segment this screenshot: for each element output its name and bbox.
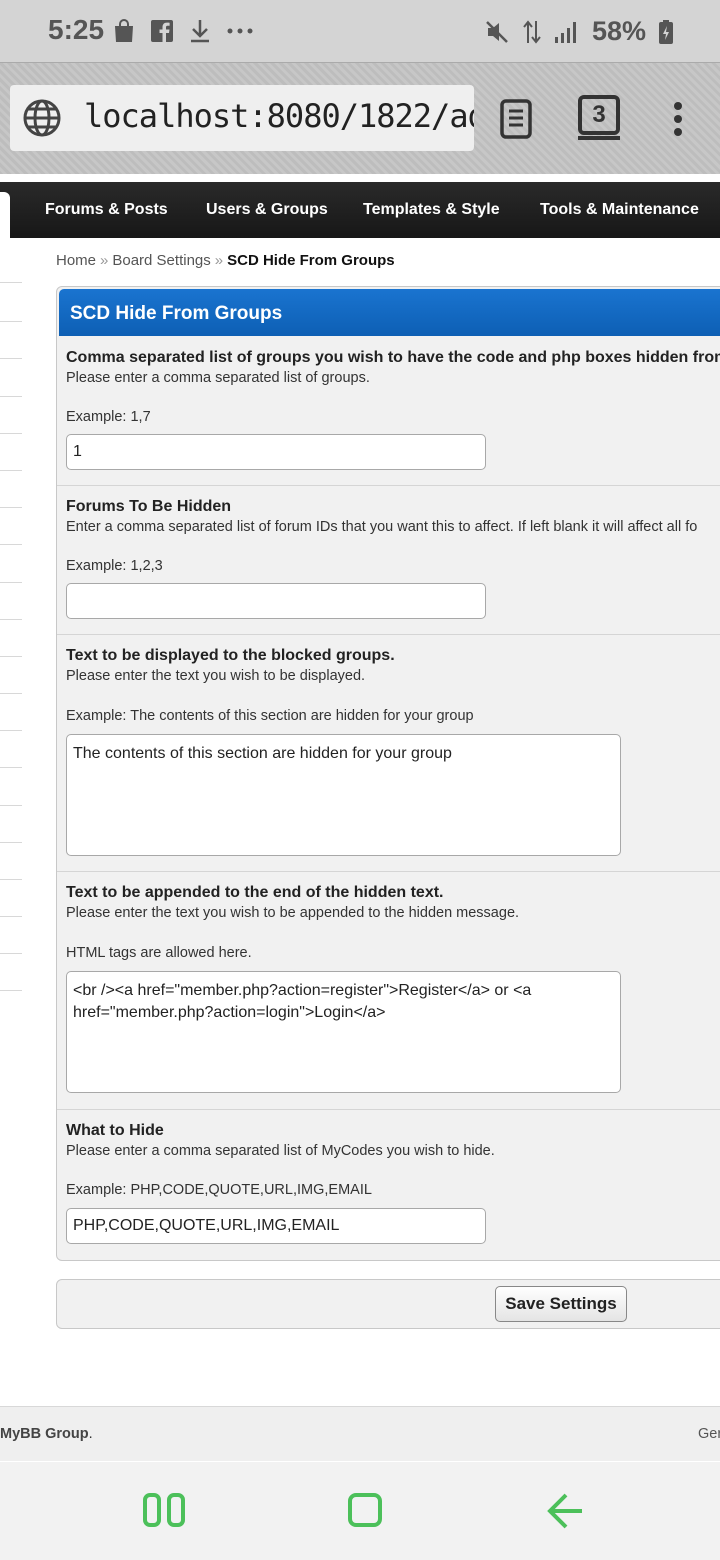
- setting-title: Text to be displayed to the blocked grou…: [66, 647, 395, 664]
- setting-description: Please enter the text you wish to be app…: [66, 905, 520, 921]
- setting-description: Enter a comma separated list of forum ID…: [66, 519, 698, 535]
- nav-forums-posts[interactable]: Forums & Posts: [45, 201, 168, 219]
- sidebar-divider: [0, 619, 22, 620]
- data-arrows-icon: [523, 19, 541, 44]
- tab-switcher-underline: [578, 136, 620, 140]
- breadcrumb-separator: »: [214, 252, 224, 269]
- setting-groups: Comma separated list of groups you wish …: [57, 337, 720, 486]
- setting-description: Please enter a comma separated list of M…: [66, 1143, 495, 1159]
- footer-suffix: .: [88, 1426, 93, 1442]
- browser-divider: [0, 174, 720, 182]
- breadcrumb: Home» Board Settings» SCD Hide From Groups: [56, 252, 395, 269]
- breadcrumb-current: SCD Hide From Groups: [227, 252, 395, 269]
- setting-example: Example: 1,2,3: [66, 558, 163, 574]
- sidebar-divider: [0, 805, 22, 806]
- sidebar-divider: [0, 693, 22, 694]
- setting-example: Example: PHP,CODE,QUOTE,URL,IMG,EMAIL: [66, 1182, 372, 1198]
- setting-description: Please enter a comma separated list of g…: [66, 370, 370, 386]
- footer-mybb-link[interactable]: MyBB Group: [0, 1426, 89, 1442]
- sidebar-divider: [0, 656, 22, 657]
- setting-title: Text to be appended to the end of the hi…: [66, 884, 444, 901]
- breadcrumb-home[interactable]: Home: [56, 252, 96, 269]
- setting-title: Comma separated list of groups you wish …: [66, 349, 720, 366]
- forums-input[interactable]: [66, 583, 486, 619]
- form-header: SCD Hide From Groups: [59, 289, 720, 336]
- sidebar-divider: [0, 282, 22, 283]
- breadcrumb-separator: »: [100, 252, 109, 269]
- setting-example: Example: 1,7: [66, 409, 151, 425]
- status-bar: 5:25 58%: [0, 0, 720, 62]
- battery-charging-icon: [659, 19, 673, 44]
- home-icon[interactable]: [347, 1492, 383, 1528]
- blocked-text-textarea[interactable]: The contents of this section are hidden …: [66, 734, 621, 856]
- recent-apps-icon[interactable]: [143, 1492, 185, 1528]
- more-dots-icon: [227, 28, 253, 34]
- sidebar-divider: [0, 470, 22, 471]
- appended-text-textarea[interactable]: <br /><a href="member.php?action=registe…: [66, 971, 621, 1093]
- browser-toolbar: localhost:8080/1822/admin/ 3: [0, 62, 720, 175]
- shopping-bag-icon: [115, 19, 133, 42]
- globe-icon: [23, 99, 61, 137]
- nav-tab-active[interactable]: [0, 192, 10, 238]
- groups-input[interactable]: 1: [66, 434, 486, 470]
- sidebar-divider: [0, 544, 22, 545]
- browser-menu-icon[interactable]: [670, 101, 686, 137]
- sidebar-divider: [0, 953, 22, 954]
- sidebar-divider: [0, 767, 22, 768]
- footer-copyright: MyBB Group.: [0, 1426, 93, 1442]
- reader-mode-icon[interactable]: [500, 99, 532, 139]
- form-actions: Save Settings: [56, 1279, 720, 1329]
- nav-users-groups[interactable]: Users & Groups: [206, 201, 328, 219]
- setting-example: Example: The contents of this section ar…: [66, 708, 474, 724]
- status-time: 5:25: [48, 14, 105, 45]
- setting-title: What to Hide: [66, 1122, 164, 1139]
- facebook-icon: [151, 20, 173, 42]
- form-title: SCD Hide From Groups: [70, 303, 283, 324]
- sidebar-divider: [0, 990, 22, 991]
- settings-form: SCD Hide From Groups Comma separated lis…: [56, 286, 720, 1261]
- footer-generated: Ger: [698, 1426, 720, 1442]
- save-settings-button[interactable]: Save Settings: [495, 1286, 627, 1322]
- setting-appended-text: Text to be appended to the end of the hi…: [57, 872, 720, 1110]
- download-icon: [191, 20, 209, 43]
- sidebar-divider: [0, 321, 22, 322]
- page-footer: MyBB Group. Ger: [0, 1406, 720, 1461]
- back-icon[interactable]: [546, 1492, 584, 1530]
- setting-example: HTML tags are allowed here.: [66, 945, 252, 961]
- sidebar-divider: [0, 507, 22, 508]
- admin-top-nav: Forums & Posts Users & Groups Templates …: [0, 182, 720, 238]
- battery-percent: 58%: [591, 16, 646, 46]
- mute-icon: [486, 20, 508, 43]
- nav-tools-maintenance[interactable]: Tools & Maintenance: [540, 201, 699, 219]
- sidebar-divider: [0, 879, 22, 880]
- setting-blocked-text: Text to be displayed to the blocked grou…: [57, 635, 720, 872]
- sidebar-divider: [0, 582, 22, 583]
- signal-icon: [554, 21, 576, 43]
- sidebar-divider: [0, 916, 22, 917]
- system-nav-bar: [0, 1462, 720, 1560]
- sidebar-divider: [0, 842, 22, 843]
- url-text: localhost:8080/1822/admin/: [84, 97, 474, 135]
- address-bar[interactable]: localhost:8080/1822/admin/: [10, 85, 474, 151]
- setting-description: Please enter the text you wish to be dis…: [66, 668, 366, 684]
- setting-forums: Forums To Be Hidden Enter a comma separa…: [57, 486, 720, 635]
- sidebar-divider: [0, 433, 22, 434]
- nav-templates-style[interactable]: Templates & Style: [363, 201, 500, 219]
- tab-switcher-button[interactable]: 3: [578, 95, 620, 135]
- sidebar-divider: [0, 730, 22, 731]
- sidebar-divider: [0, 358, 22, 359]
- setting-title: Forums To Be Hidden: [66, 498, 232, 515]
- what-to-hide-input[interactable]: PHP,CODE,QUOTE,URL,IMG,EMAIL: [66, 1208, 486, 1244]
- breadcrumb-board-settings[interactable]: Board Settings: [112, 252, 210, 269]
- sidebar-divider: [0, 396, 22, 397]
- setting-what-to-hide: What to Hide Please enter a comma separa…: [57, 1110, 720, 1260]
